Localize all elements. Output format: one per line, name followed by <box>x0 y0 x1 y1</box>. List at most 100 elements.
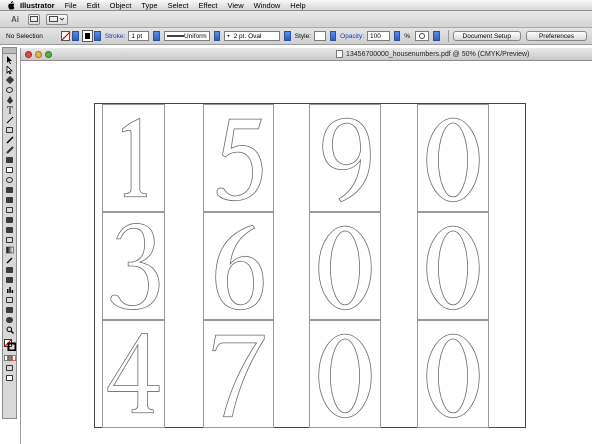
brush-dropdown-icon[interactable] <box>284 31 291 41</box>
opacity-label[interactable]: Opacity: <box>340 33 364 40</box>
digit-panel-0-bot-a[interactable] <box>309 320 381 428</box>
type-tool-icon[interactable]: T <box>3 105 16 114</box>
tools-panel: T <box>2 47 17 419</box>
digit-0-glyph <box>426 117 480 203</box>
digit-panel-0-bot-b[interactable] <box>417 320 489 428</box>
digit-panel-6[interactable] <box>203 212 274 320</box>
column-graph-tool-icon[interactable] <box>3 285 16 294</box>
menu-effect[interactable]: Effect <box>198 1 217 10</box>
digit-panel-7[interactable] <box>203 320 274 428</box>
slice-tool-icon[interactable] <box>3 305 16 314</box>
zoom-window-button[interactable] <box>45 50 52 58</box>
digit-panel-0-mid-b[interactable] <box>417 212 489 320</box>
free-transform-tool-icon[interactable] <box>3 205 16 214</box>
pen-tool-icon[interactable] <box>3 95 16 104</box>
opacity-dropdown-icon[interactable] <box>393 31 401 41</box>
preferences-button[interactable]: Preferences <box>525 31 587 41</box>
recolor-artwork-icon[interactable] <box>415 31 429 41</box>
blend-tool-icon[interactable] <box>3 265 16 274</box>
color-mode-buttons[interactable] <box>3 353 16 362</box>
artboard-tool-icon[interactable] <box>3 295 16 304</box>
digit-panel-0-mid-a[interactable] <box>309 212 381 320</box>
screen-mode-icon[interactable] <box>3 373 16 382</box>
opacity-percent: % <box>404 32 410 40</box>
mesh-tool-icon[interactable] <box>3 235 16 244</box>
shape-builder-tool-icon[interactable] <box>3 215 16 224</box>
menu-edit[interactable]: Edit <box>87 1 100 10</box>
menu-help[interactable]: Help <box>290 1 305 10</box>
digit-5-glyph <box>216 118 263 202</box>
menu-bar: Illustrator File Edit Object Type Select… <box>0 0 592 11</box>
gradient-tool-icon[interactable] <box>3 245 16 254</box>
digit-panel-5[interactable] <box>203 104 274 212</box>
blob-brush-tool-icon[interactable] <box>3 155 16 164</box>
stroke-weight-dropdown-icon[interactable] <box>153 31 160 41</box>
stroke-swatch[interactable] <box>81 30 94 42</box>
fill-dropdown-icon[interactable] <box>72 31 79 41</box>
document-title-area: 13456700000_housenumbers.pdf @ 50% (CMYK… <box>336 50 529 58</box>
graphic-style-swatch[interactable] <box>314 31 326 41</box>
control-bar: No Selection Stroke: 1 pt Uniform • 2 pt.… <box>0 28 592 45</box>
digit-panel-3[interactable] <box>102 212 165 320</box>
menu-select[interactable]: Select <box>168 1 189 10</box>
artboard[interactable] <box>94 103 526 428</box>
menu-view[interactable]: View <box>227 1 243 10</box>
eyedropper-tool-icon[interactable] <box>3 255 16 264</box>
close-window-button[interactable] <box>25 50 32 58</box>
digit-panel-1[interactable] <box>102 104 165 212</box>
selection-tool-icon[interactable] <box>3 55 16 64</box>
selection-status: No Selection <box>6 32 43 40</box>
ai-logo: Ai <box>11 14 19 24</box>
digit-panel-0-top[interactable] <box>417 104 489 212</box>
paintbrush-tool-icon[interactable] <box>3 135 16 144</box>
document-tab[interactable]: 13456700000_housenumbers.pdf @ 50% (CMYK… <box>21 48 592 61</box>
lasso-tool-icon[interactable] <box>3 85 16 94</box>
menu-file[interactable]: File <box>65 1 77 10</box>
svg-text:T: T <box>7 106 13 114</box>
digit-7-glyph <box>212 334 265 418</box>
digit-panel-4[interactable] <box>102 320 165 428</box>
fill-swatch[interactable] <box>60 31 71 41</box>
digit-4-glyph <box>107 332 160 414</box>
application-bar: Ai <box>0 11 592 28</box>
style-dropdown-icon[interactable] <box>329 31 337 41</box>
menu-window[interactable]: Window <box>254 1 281 10</box>
fill-stroke-swatches[interactable] <box>3 338 16 352</box>
hand-tool-icon[interactable] <box>3 315 16 324</box>
symbol-sprayer-tool-icon[interactable] <box>3 275 16 284</box>
document-setup-button[interactable]: Document Setup <box>452 31 521 41</box>
bridge-button[interactable] <box>28 13 40 25</box>
stroke-label[interactable]: Stroke: <box>105 33 126 40</box>
rotate-tool-icon[interactable] <box>3 175 16 184</box>
zoom-tool-icon[interactable] <box>3 325 16 334</box>
digit-0-glyph <box>318 333 372 419</box>
width-tool-icon[interactable] <box>3 195 16 204</box>
digit-panel-9[interactable] <box>309 104 381 212</box>
magic-wand-tool-icon[interactable] <box>3 75 16 84</box>
opacity-field[interactable]: 100 <box>367 31 390 41</box>
eraser-tool-icon[interactable] <box>3 165 16 174</box>
rectangle-tool-icon[interactable] <box>3 125 16 134</box>
arrange-documents-button[interactable] <box>46 13 68 25</box>
tools-panel-grip[interactable] <box>3 48 16 54</box>
menu-type[interactable]: Type <box>141 1 157 10</box>
digit-0-glyph <box>426 333 480 419</box>
recolor-dropdown-icon[interactable] <box>433 31 440 41</box>
app-name-menu[interactable]: Illustrator <box>20 1 55 10</box>
digit-3-glyph <box>110 223 160 310</box>
profile-dropdown-icon[interactable] <box>213 31 221 41</box>
apple-menu-icon[interactable] <box>5 0 16 10</box>
drawing-mode-icon[interactable] <box>3 363 16 372</box>
line-segment-tool-icon[interactable] <box>3 115 16 124</box>
minimize-window-button[interactable] <box>35 50 42 58</box>
perspective-grid-tool-icon[interactable] <box>3 225 16 234</box>
variable-width-profile[interactable]: Uniform <box>163 31 210 41</box>
scale-tool-icon[interactable] <box>3 185 16 194</box>
document-title: 13456700000_housenumbers.pdf @ 50% (CMYK… <box>346 50 530 58</box>
brush-definition[interactable]: • 2 pt. Oval <box>224 31 281 41</box>
stroke-weight-field[interactable]: 1 pt <box>128 31 150 41</box>
stroke-dropdown-icon[interactable] <box>94 31 101 41</box>
direct-selection-tool-icon[interactable] <box>3 65 16 74</box>
menu-object[interactable]: Object <box>110 1 132 10</box>
pencil-tool-icon[interactable] <box>3 145 16 154</box>
